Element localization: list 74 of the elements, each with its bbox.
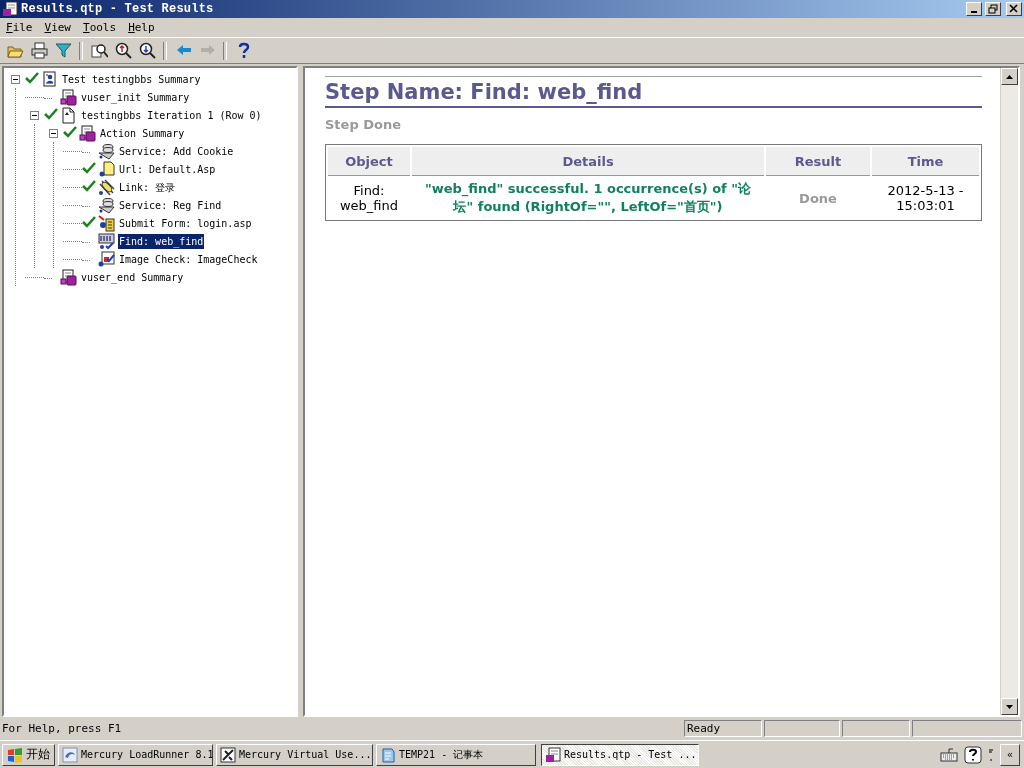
details-text: "web_find" successful. 1 occurrence(s) of "论坛" found (RightOf="", LeftOf="首页") (423, 180, 753, 216)
start-button[interactable]: 开始 (2, 743, 55, 766)
tray-expand-button[interactable]: « (1000, 743, 1020, 766)
step-status: Step Done (325, 117, 403, 132)
scroll-down-button[interactable] (1001, 698, 1018, 715)
zoom-down-icon[interactable] (138, 42, 156, 59)
table-cell-text: 2012-5-13 - 15:03:01 (886, 182, 965, 215)
service-icon (98, 142, 115, 160)
menu-item[interactable]: File (0, 21, 39, 34)
taskbar-button[interactable]: Results.qtp - Test ... (541, 743, 699, 766)
report-icon (2, 1, 18, 17)
down-arrow-icon (1006, 704, 1013, 709)
script-badge-icon (60, 88, 77, 106)
tree-item[interactable]: Action Summary (99, 125, 186, 141)
step-heading: Step Name: Find: web_find (325, 79, 982, 108)
tree-item[interactable]: testingbbs Iteration 1 (Row 0) (80, 107, 263, 123)
tree-item[interactable]: Submit Form: login.asp (118, 215, 253, 231)
image-check-icon (98, 250, 115, 268)
swirl-icon (62, 746, 78, 763)
table-cell-text: Done (798, 189, 838, 208)
text-check-icon (98, 232, 115, 250)
keyboard-icon[interactable] (940, 747, 958, 762)
notepad-icon (380, 746, 396, 763)
filter-icon[interactable] (54, 42, 72, 59)
column-header: Result (766, 147, 870, 176)
up-arrow-icon (1006, 74, 1013, 79)
form-icon (98, 214, 115, 232)
script-badge-icon (60, 268, 77, 286)
menu-item[interactable]: Tools (77, 21, 123, 34)
script-icon (41, 70, 58, 88)
taskbar-button[interactable]: Mercury Virtual Use... (216, 743, 373, 766)
windows-logo-icon (7, 746, 23, 763)
column-header: Time (872, 147, 979, 176)
link-icon (98, 178, 115, 196)
window-title: Results.qtp - Test Results (21, 2, 215, 16)
scroll-up-button[interactable] (1001, 68, 1018, 85)
table-cell-text: Find: web_find (338, 182, 400, 215)
page-arrow-icon (60, 106, 77, 124)
document-icon (98, 160, 115, 178)
service-icon (98, 196, 115, 214)
status-panel (842, 720, 910, 737)
tree-item[interactable]: Link: 登录 (118, 179, 177, 195)
script-badge-icon (79, 124, 96, 142)
tree-item[interactable]: vuser_end Summary (80, 269, 185, 285)
help-hint: For Help, press F1 (2, 722, 123, 735)
zoom-up-icon[interactable] (114, 42, 132, 59)
help-icon[interactable] (964, 745, 982, 764)
collapse-icon[interactable] (49, 128, 58, 138)
menu-item[interactable]: Help (122, 21, 161, 34)
collapse-icon[interactable] (30, 110, 39, 120)
printer-icon[interactable] (30, 42, 48, 59)
tree-item[interactable]: Url: Default.Asp (118, 161, 217, 177)
tree-item[interactable]: Image Check: ImageCheck (118, 251, 259, 267)
column-header: Object (328, 147, 410, 176)
menu-item[interactable]: View (38, 21, 77, 34)
status-panel: Ready (684, 720, 762, 737)
close-button[interactable] (1006, 2, 1022, 16)
search-icon[interactable] (90, 42, 108, 59)
tree-item[interactable]: vuser_init Summary (80, 89, 191, 105)
column-header: Details (412, 147, 764, 176)
tree-item[interactable]: Find: web_find (118, 233, 205, 249)
close-icon (1009, 4, 1019, 14)
minimize-icon (971, 11, 977, 13)
report-icon (545, 746, 561, 763)
tree-item[interactable]: Test testingbbs Summary (61, 71, 202, 87)
taskbar-button[interactable]: Mercury LoadRunner 8.1 (58, 743, 213, 766)
tree-item[interactable]: Service: Reg Find (118, 197, 223, 213)
restore-icon (988, 4, 998, 14)
tree-item[interactable]: Service: Add Cookie (118, 143, 235, 159)
language-indicator-icon[interactable] (988, 746, 994, 763)
restore-button[interactable] (985, 2, 1001, 16)
minimize-button[interactable] (966, 2, 982, 16)
collapse-icon[interactable] (11, 74, 20, 84)
taskbar-button[interactable]: TEMP21 - 记事本 (376, 743, 536, 766)
